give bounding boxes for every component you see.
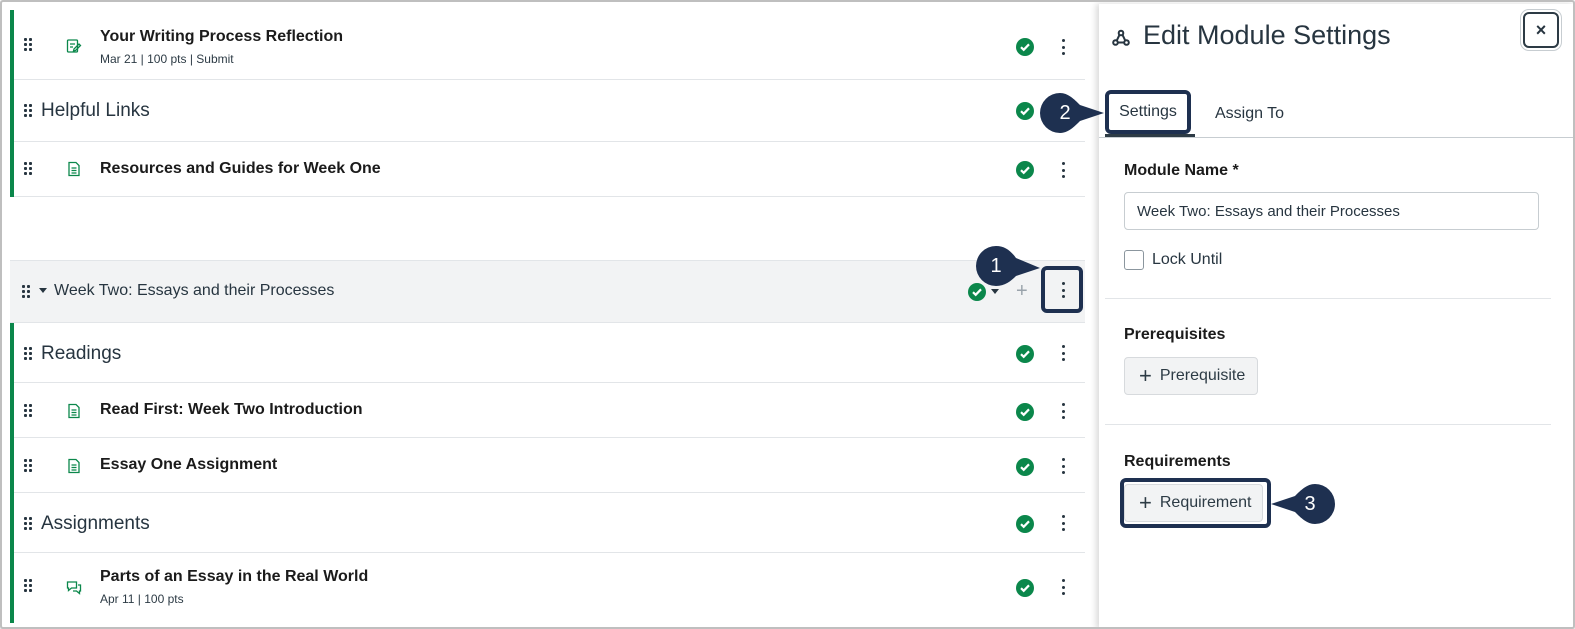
edit-module-tray: Edit Module Settings × Settings Assign T… [1099, 4, 1573, 627]
add-requirement-label: Requirement [1159, 494, 1252, 511]
drag-handle-icon[interactable] [22, 285, 32, 298]
published-check-icon[interactable] [1016, 102, 1034, 120]
item-title[interactable]: Essay One Assignment [100, 456, 277, 474]
tab-assign-to[interactable]: Assign To [1215, 105, 1284, 123]
module-header-week-two[interactable]: Week Two: Essays and their Processes + [10, 260, 1085, 323]
publish-menu-caret-icon[interactable] [991, 289, 999, 294]
add-prerequisite-button[interactable]: + Prerequisite [1124, 357, 1259, 395]
plus-icon: + [1139, 490, 1152, 515]
published-check-icon[interactable] [1016, 38, 1034, 56]
module-item-row[interactable]: Your Writing Process Reflection Mar 21 |… [14, 10, 1085, 80]
published-check-icon[interactable] [1016, 161, 1034, 179]
module-options-kebab-icon[interactable] [1060, 282, 1066, 298]
drag-handle-icon[interactable] [24, 404, 34, 417]
page-icon [66, 161, 82, 177]
item-options-kebab-icon[interactable] [1060, 579, 1066, 595]
drag-handle-icon[interactable] [24, 38, 34, 51]
item-title[interactable]: Parts of an Essay in the Real World [100, 568, 368, 586]
published-check-icon[interactable] [1016, 403, 1034, 421]
drag-handle-icon[interactable] [24, 579, 34, 592]
lock-until-label[interactable]: Lock Until [1152, 251, 1222, 269]
prerequisites-label: Prerequisites [1124, 326, 1226, 343]
item-title[interactable]: Your Writing Process Reflection [100, 28, 343, 46]
item-options-kebab-icon[interactable] [1060, 403, 1066, 419]
module-item-row[interactable]: Essay One Assignment [14, 438, 1085, 493]
module-text-header-row[interactable]: Readings [14, 323, 1085, 383]
modules-list: Your Writing Process Reflection Mar 21 |… [10, 10, 1086, 623]
item-options-kebab-icon[interactable] [1060, 458, 1066, 474]
callout-number: 1 [990, 255, 1002, 277]
assignment-icon [66, 38, 82, 54]
drag-handle-icon[interactable] [24, 459, 34, 472]
item-meta: Apr 11 | 100 pts [100, 592, 184, 606]
text-header-title: Readings [41, 343, 122, 364]
published-check-icon[interactable] [1016, 458, 1034, 476]
tab-settings[interactable]: Settings [1105, 90, 1191, 134]
module-item-row[interactable]: Parts of an Essay in the Real World Apr … [14, 553, 1085, 623]
module-title[interactable]: Week Two: Essays and their Processes [54, 282, 334, 300]
callout-step-3: 3 [1267, 482, 1337, 524]
drag-handle-icon[interactable] [24, 347, 34, 360]
module-text-header-row[interactable]: Assignments [14, 493, 1085, 553]
module-item-row[interactable]: Read First: Week Two Introduction [14, 383, 1085, 438]
callout-step-2: 2 [1040, 91, 1104, 133]
plus-icon: + [1139, 363, 1152, 388]
item-title[interactable]: Read First: Week Two Introduction [100, 401, 363, 419]
published-check-icon[interactable] [1016, 579, 1034, 597]
tabs-divider [1099, 137, 1573, 138]
drag-handle-icon[interactable] [24, 517, 34, 530]
item-options-kebab-icon[interactable] [1060, 39, 1066, 55]
drag-handle-icon[interactable] [24, 162, 34, 175]
item-options-kebab-icon[interactable] [1060, 515, 1066, 531]
screenshot-frame: Your Writing Process Reflection Mar 21 |… [0, 0, 1575, 629]
module-item-row[interactable]: Resources and Guides for Week One [14, 142, 1085, 197]
item-options-kebab-icon[interactable] [1060, 162, 1066, 178]
add-prerequisite-label: Prerequisite [1159, 367, 1246, 384]
callout-step-1: 1 [976, 244, 1040, 286]
requirements-label: Requirements [1124, 453, 1231, 470]
lock-until-checkbox[interactable] [1124, 250, 1144, 270]
add-requirement-button[interactable]: + Requirement [1124, 484, 1263, 522]
module-week-one-items: Your Writing Process Reflection Mar 21 |… [10, 10, 1085, 197]
collapse-caret-icon[interactable] [39, 288, 47, 293]
text-header-title: Assignments [41, 513, 150, 534]
page-icon [66, 458, 82, 474]
section-divider [1105, 424, 1551, 425]
item-meta: Mar 21 | 100 pts | Submit [100, 52, 234, 66]
text-header-title: Helpful Links [41, 100, 150, 121]
module-name-input[interactable] [1124, 192, 1539, 230]
callout-number: 2 [1059, 102, 1071, 124]
section-divider [1105, 298, 1551, 299]
module-text-header-row[interactable]: Helpful Links [14, 80, 1085, 142]
callout-number: 3 [1304, 493, 1316, 515]
module-name-label: Module Name * [1124, 162, 1239, 179]
published-check-icon[interactable] [1016, 515, 1034, 533]
tray-title: Edit Module Settings [1143, 20, 1391, 50]
drag-handle-icon[interactable] [24, 104, 34, 117]
item-title[interactable]: Resources and Guides for Week One [100, 160, 381, 178]
module-week-two-items: Readings Read First: Week Two Introducti… [10, 323, 1085, 623]
published-check-icon[interactable] [1016, 345, 1034, 363]
active-tab-indicator [1105, 134, 1195, 137]
module-icon [1112, 29, 1130, 47]
close-button[interactable]: × [1523, 12, 1559, 48]
item-options-kebab-icon[interactable] [1060, 345, 1066, 361]
discussion-icon [66, 579, 82, 595]
page-icon [66, 403, 82, 419]
module-options-button[interactable] [1041, 266, 1083, 313]
